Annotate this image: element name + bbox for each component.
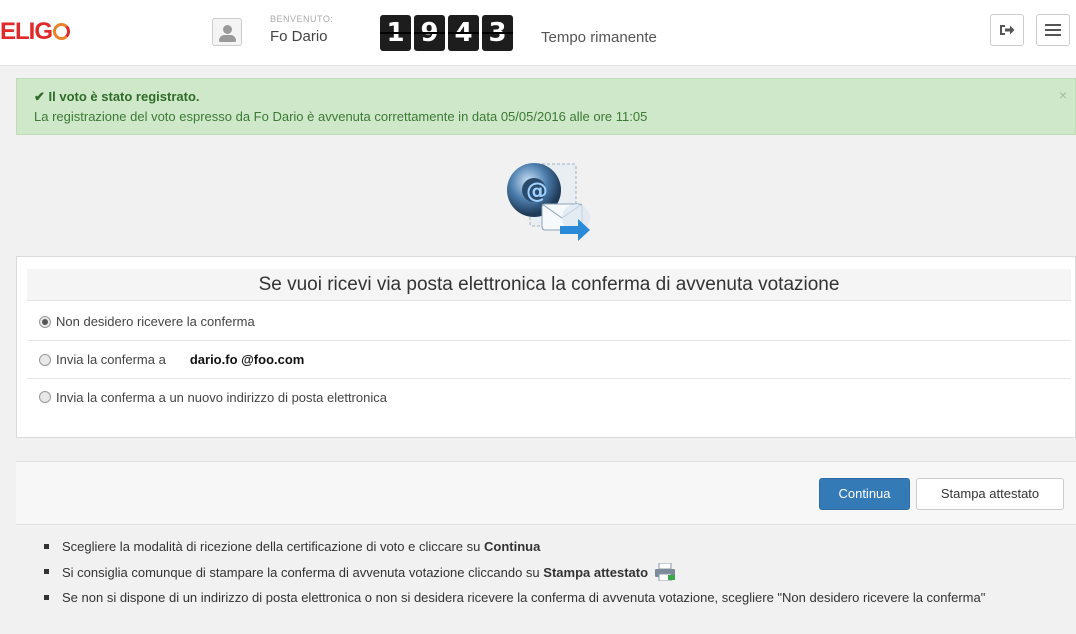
close-icon[interactable]: × [1059,87,1067,103]
option-no-confirmation[interactable]: Non desidero ricevere la conferma [27,303,1071,341]
option-new-email[interactable]: Invia la conferma a un nuovo indirizzo d… [27,379,1071,415]
logout-button[interactable] [990,14,1024,46]
hamburger-icon [1045,24,1061,36]
menu-button[interactable] [1036,14,1070,46]
radio-button[interactable] [39,391,51,403]
app-header: ELIG BENVENUTO: Fo Dario 1 9 4 3 Tempo r… [0,0,1076,66]
timer-digit: 9 [414,15,445,51]
user-name: Fo Dario [270,28,328,45]
svg-text:@: @ [526,179,548,204]
list-item: Si consiglia comunque di stampare la con… [44,563,1044,581]
timer-label: Tempo rimanente [541,29,657,46]
option-label: Non desidero ricevere la conferma [56,314,255,329]
printer-icon [654,563,675,581]
countdown-timer: 1 9 4 3 [380,15,513,51]
radio-button[interactable] [39,315,51,328]
option-label: Invia la conferma a [56,352,166,367]
avatar-icon [212,18,242,46]
instructions-list: Scegliere la modalità di ricezione della… [44,538,1044,614]
success-alert: ✔ Il voto è stato registrato. La registr… [16,78,1076,135]
email-address: dario.fo @foo.com [189,352,305,367]
radio-button[interactable] [39,353,51,366]
action-bar: Continua Stampa attestato [16,461,1076,525]
eligo-logo[interactable]: ELIG [0,18,71,46]
email-illustration-icon: @ [507,163,590,241]
list-item: Scegliere la modalità di ricezione della… [44,538,1044,555]
option-label: Invia la conferma a un nuovo indirizzo d… [56,389,387,405]
alert-message: La registrazione del voto espresso da Fo… [34,109,648,124]
print-certificate-button[interactable]: Stampa attestato [916,478,1064,510]
option-send-to-email[interactable]: Invia la conferma a dario.fo @foo.com [27,341,1071,379]
continue-button[interactable]: Continua [819,478,910,510]
timer-digit: 3 [482,15,513,51]
confirmation-panel: Se vuoi ricevi via posta elettronica la … [16,256,1076,438]
panel-heading: Se vuoi ricevi via posta elettronica la … [27,269,1071,301]
welcome-label: BENVENUTO: [270,14,334,24]
alert-title: ✔ Il voto è stato registrato. [34,89,200,104]
logout-icon [1000,25,1015,35]
list-item: Se non si dispone di un indirizzo di pos… [44,589,1044,606]
check-icon: ✔ [34,89,45,104]
timer-digit: 4 [448,15,479,51]
timer-digit: 1 [380,15,411,51]
